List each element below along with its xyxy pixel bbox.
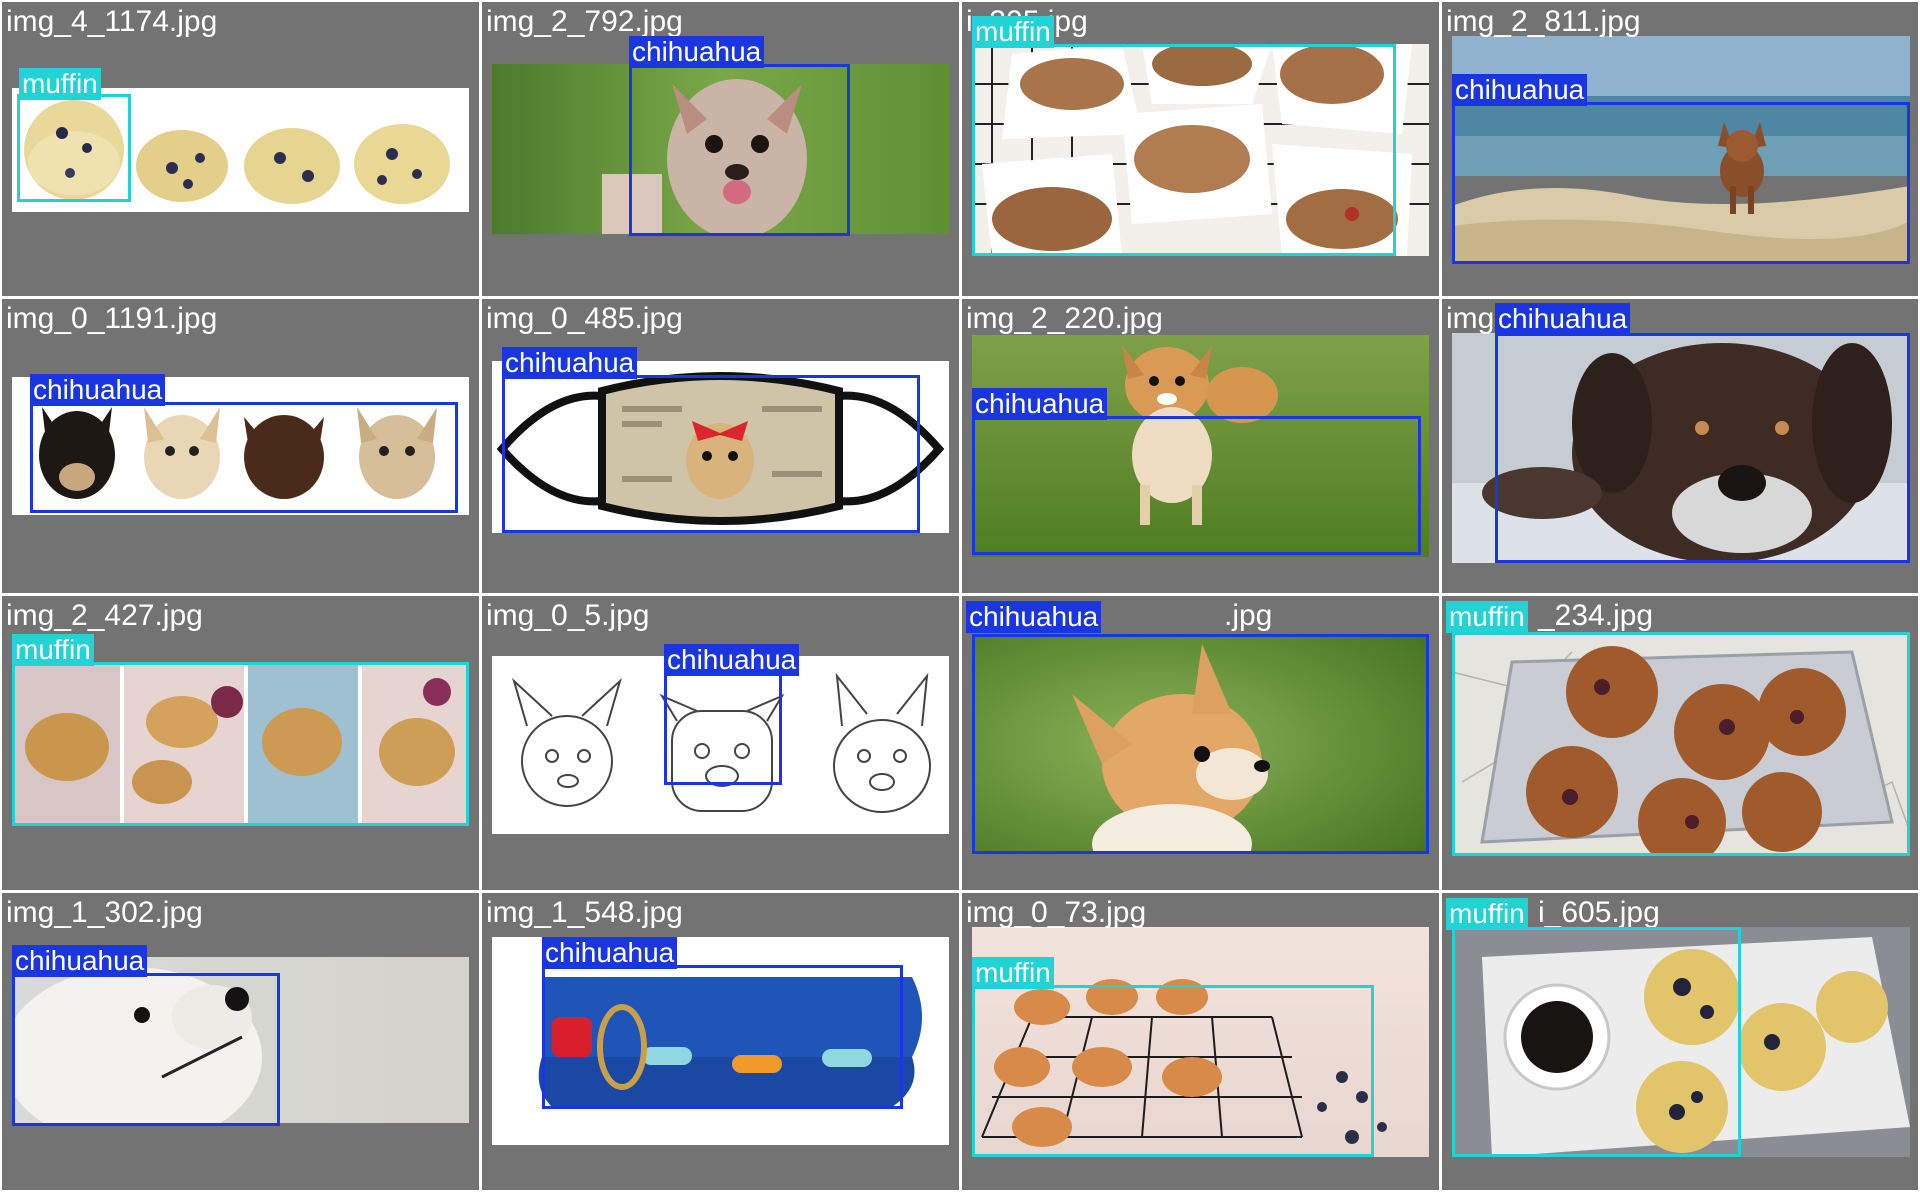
tile-filename: _234.jpg	[1538, 599, 1654, 632]
detection-box	[1452, 927, 1741, 1157]
detection-label: muffin	[1446, 601, 1528, 633]
detection-label: chihuahua	[12, 945, 148, 977]
detection-box	[972, 634, 1429, 854]
detection-label: muffin	[972, 957, 1054, 989]
tile-11: .jpg chihuahua	[962, 596, 1439, 890]
tile-filename: img_2_792.jpg	[486, 5, 683, 38]
detection-box	[972, 416, 1421, 555]
tile-2: img_2_792.jpg chihuahua	[482, 2, 959, 296]
tile-filename: img_1_302.jpg	[6, 896, 203, 929]
tile-filename: img_0_73.jpg	[966, 896, 1147, 929]
tile-12: _234.jpg muffin	[1442, 596, 1918, 890]
tile-filename: img_0_5.jpg	[486, 599, 650, 632]
detection-label: chihuahua	[664, 644, 800, 676]
tile-6: img_0_485.jpg chihuahua	[482, 299, 959, 593]
detection-box	[12, 973, 280, 1126]
tile-14: img_1_548.jpg chihuahua	[482, 893, 959, 1190]
detection-box	[629, 64, 850, 236]
tile-10: img_0_5.jpg chihuahua	[482, 596, 959, 890]
tile-5: img_0_1191.jpg chihuahua	[2, 299, 479, 593]
detection-label: muffin	[1446, 898, 1528, 930]
tile-16: i_605.jpg muffin	[1442, 893, 1918, 1190]
tile-1: img_4_1174.jpg muffin	[2, 2, 479, 296]
detection-label: muffin	[19, 68, 101, 100]
detection-label: chihuahua	[629, 36, 765, 68]
tile-filename: img_0_1191.jpg	[6, 302, 218, 335]
detection-box	[12, 662, 469, 826]
tile-filename: img_4_1174.jpg	[6, 5, 218, 38]
detection-box	[972, 985, 1374, 1157]
detection-box	[502, 375, 920, 533]
tile-15: img_0_73.jpg muffin	[962, 893, 1439, 1190]
detection-label: muffin	[972, 16, 1054, 48]
detection-label: muffin	[12, 634, 94, 666]
detection-box	[17, 94, 131, 202]
detection-box	[1495, 333, 1910, 563]
tile-filename: i_605.jpg	[1538, 896, 1660, 929]
tile-filename: img_1_548.jpg	[486, 896, 683, 929]
detection-label: chihuahua	[30, 374, 166, 406]
detection-label: chihuahua	[502, 347, 638, 379]
detection-label: chihuahua	[1495, 303, 1631, 335]
tile-13: img_1_302.jpg chihuahua	[2, 893, 479, 1190]
tile-3: i_305.jpg muffin	[962, 2, 1439, 296]
detection-box	[972, 44, 1396, 256]
tile-filename: .jpg	[1224, 599, 1273, 632]
detection-mosaic: img_4_1174.jpg muffin img_2_792.jpg chih…	[0, 0, 1920, 1192]
tile-9: img_2_427.jpg muffin	[2, 596, 479, 890]
tile-4: img_2_811.jpg chihuahua	[1442, 2, 1918, 296]
detection-label: chihuahua	[1452, 74, 1588, 106]
tile-filename: img_2_220.jpg	[966, 302, 1163, 335]
detection-box	[664, 672, 782, 785]
tile-filename: img_2_427.jpg	[6, 599, 203, 632]
detection-box	[542, 965, 903, 1109]
tile-8: img chihuahua	[1442, 299, 1918, 593]
tile-filename: img_2_811.jpg	[1446, 5, 1641, 38]
tile-filename: img_0_485.jpg	[486, 302, 683, 335]
detection-box	[30, 402, 458, 513]
detection-label: chihuahua	[972, 388, 1108, 420]
detection-label: chihuahua	[542, 937, 678, 969]
tile-7: img_2_220.jpg chihuahua	[962, 299, 1439, 593]
detection-box	[1452, 102, 1910, 264]
tile-filename: img	[1446, 302, 1495, 335]
detection-box	[1452, 632, 1910, 856]
detection-label: chihuahua	[966, 601, 1102, 633]
